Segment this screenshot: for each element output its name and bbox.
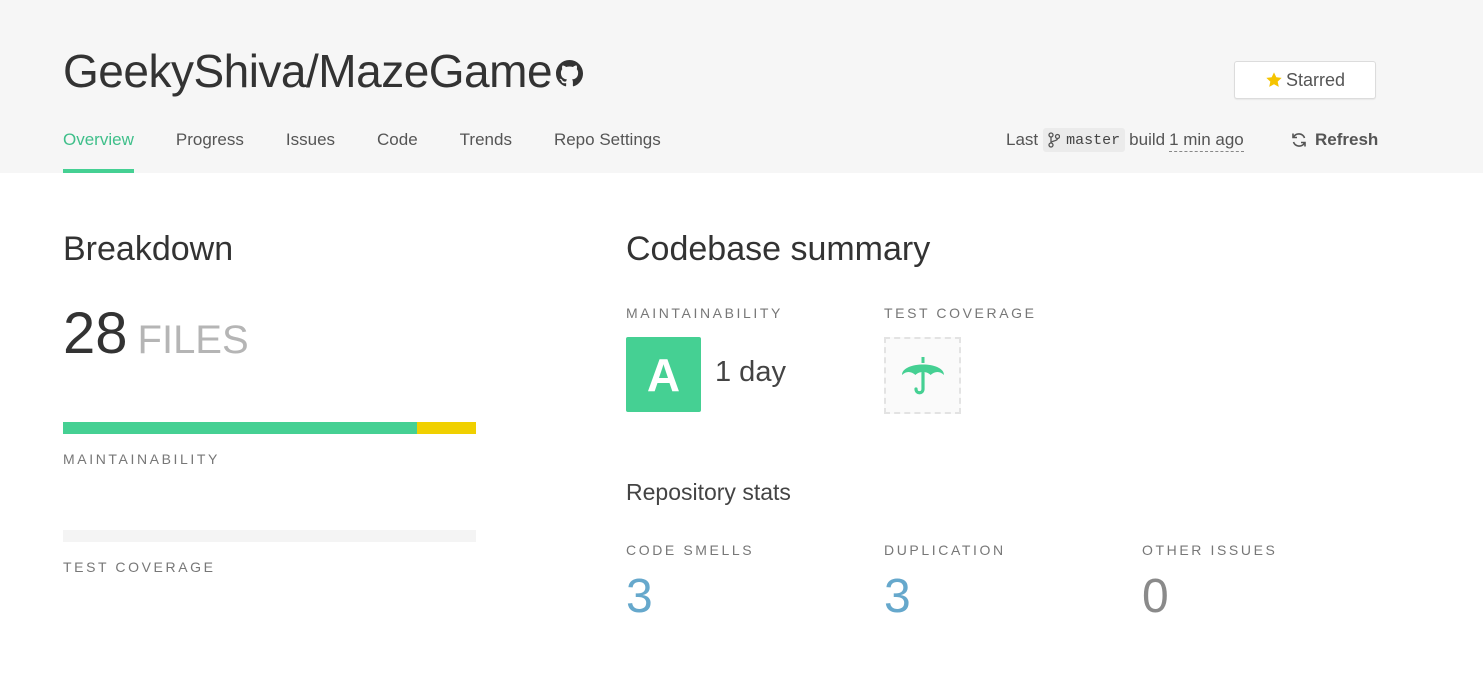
maintainability-bar-warning bbox=[416, 422, 476, 434]
breakdown-maintainability-label: MAINTAINABILITY bbox=[63, 451, 220, 467]
github-icon[interactable] bbox=[556, 60, 583, 87]
other-issues-count[interactable]: 0 bbox=[1142, 569, 1169, 624]
repository-stats-title: Repository stats bbox=[626, 479, 791, 505]
tab-overview[interactable]: Overview bbox=[63, 128, 134, 173]
last-build-info: Last master build 1 min ago bbox=[1006, 127, 1244, 153]
build-prefix: Last bbox=[1006, 130, 1039, 149]
starred-button[interactable]: Starred bbox=[1234, 61, 1376, 99]
files-count-unit: FILES bbox=[137, 318, 249, 362]
refresh-icon bbox=[1292, 133, 1306, 147]
codebase-summary-title: Codebase summary bbox=[626, 230, 931, 268]
build-time[interactable]: 1 min ago bbox=[1169, 129, 1244, 152]
branch-name: master bbox=[1066, 131, 1121, 149]
test-coverage-placeholder[interactable] bbox=[884, 337, 961, 414]
files-count: 28 FILES bbox=[63, 300, 249, 367]
repo-title[interactable]: GeekyShiva/MazeGame bbox=[63, 44, 553, 98]
repo-header: GeekyShiva/MazeGame Starred Overview Pro… bbox=[0, 0, 1483, 173]
tab-repo-settings[interactable]: Repo Settings bbox=[554, 128, 661, 173]
maintainability-bar-good bbox=[63, 422, 417, 434]
maintainability-time: 1 day bbox=[715, 356, 786, 388]
umbrella-icon bbox=[901, 356, 944, 394]
build-middle: build bbox=[1129, 130, 1166, 149]
refresh-label: Refresh bbox=[1315, 130, 1379, 149]
refresh-button[interactable]: Refresh bbox=[1291, 127, 1378, 153]
maintainability-bar[interactable] bbox=[63, 422, 476, 434]
tab-code[interactable]: Code bbox=[377, 128, 418, 173]
summary-maintainability-label: MAINTAINABILITY bbox=[626, 305, 783, 321]
tab-progress[interactable]: Progress bbox=[176, 128, 244, 173]
duplication-label: DUPLICATION bbox=[884, 542, 1006, 558]
tab-trends[interactable]: Trends bbox=[460, 128, 512, 173]
summary-test-coverage-label: TEST COVERAGE bbox=[884, 305, 1037, 321]
star-icon bbox=[1266, 72, 1282, 87]
files-count-number: 28 bbox=[63, 301, 128, 366]
test-coverage-bar bbox=[63, 530, 476, 542]
tab-issues[interactable]: Issues bbox=[286, 128, 335, 173]
duplication-count[interactable]: 3 bbox=[884, 569, 911, 624]
other-issues-label: OTHER ISSUES bbox=[1142, 542, 1278, 558]
branch-chip: master bbox=[1043, 128, 1126, 152]
git-branch-icon bbox=[1048, 132, 1061, 148]
starred-label: Starred bbox=[1285, 69, 1346, 90]
breakdown-test-coverage-label: TEST COVERAGE bbox=[63, 559, 216, 575]
breakdown-title: Breakdown bbox=[63, 230, 234, 268]
code-smells-count[interactable]: 3 bbox=[626, 569, 653, 624]
maintainability-grade-badge[interactable]: A bbox=[626, 337, 701, 412]
code-smells-label: CODE SMELLS bbox=[626, 542, 755, 558]
repo-nav-tabs: Overview Progress Issues Code Trends Rep… bbox=[63, 128, 703, 173]
